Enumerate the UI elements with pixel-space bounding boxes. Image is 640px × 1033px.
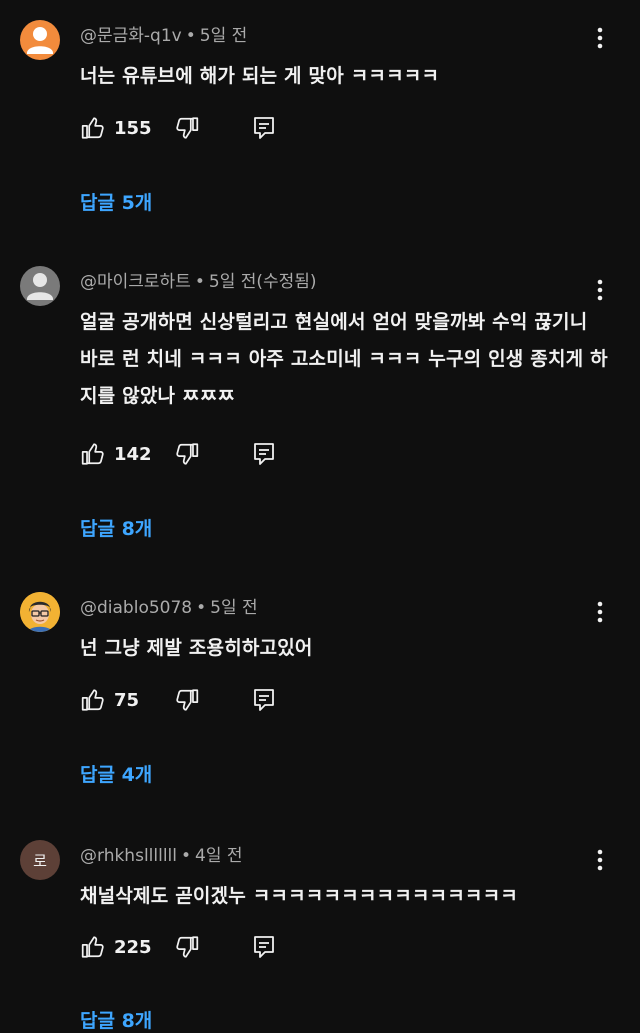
view-replies-link[interactable]: 답글 5개: [80, 188, 152, 215]
comment-actions: 225: [80, 932, 276, 962]
like-button[interactable]: 225: [80, 934, 154, 960]
comment-actions: 142: [80, 439, 276, 469]
more-vert-icon: [597, 27, 603, 49]
avatar-letter: 로: [33, 851, 47, 870]
comment-author[interactable]: @diablo5078: [80, 598, 192, 618]
dislike-button[interactable]: [174, 115, 200, 141]
comment-time: 5일 전(수정됨): [208, 272, 317, 292]
meta-separator: •: [196, 598, 207, 618]
comment-text: 너는 유튜브에 해가 되는 게 맞아 ㅋㅋㅋㅋㅋ: [80, 65, 440, 87]
comment-actions: 75: [80, 685, 276, 715]
thumbs-up-icon: [81, 689, 104, 711]
comment-text: 얼굴 공개하면 신상털리고 현실에서 얻어 맞을까봐 수익 끊기니 바로 런 치…: [80, 311, 608, 407]
dislike-button[interactable]: [174, 934, 200, 960]
cartoon-face-icon: [20, 592, 60, 632]
thumbs-up-icon: [81, 443, 104, 465]
thumbs-up-icon: [81, 117, 104, 139]
comment-author[interactable]: @문금화-q1v: [80, 26, 182, 46]
person-icon: [27, 27, 53, 54]
comment-time: 5일 전: [210, 598, 258, 618]
comment-time: 5일 전: [199, 26, 248, 46]
more-options-button[interactable]: [588, 598, 612, 626]
comment-reply-icon: [254, 936, 274, 958]
comment-meta: @문금화-q1v • 5일 전: [80, 25, 247, 47]
avatar[interactable]: [20, 20, 60, 60]
comment-text: 채널삭제도 곧이겠누 ㅋㅋㅋㅋㅋㅋㅋㅋㅋㅋㅋㅋㅋㅋㅋ: [80, 885, 518, 907]
thumbs-down-icon: [176, 117, 199, 139]
comment-reply-icon: [254, 117, 274, 139]
more-vert-icon: [597, 849, 603, 871]
thumbs-up-icon: [81, 936, 104, 958]
like-button[interactable]: 142: [80, 441, 154, 467]
person-icon: [27, 273, 53, 300]
thumbs-down-icon: [176, 936, 199, 958]
like-count: 225: [114, 936, 152, 958]
dislike-button[interactable]: [174, 687, 200, 713]
meta-separator: •: [181, 846, 192, 866]
comment-text: 넌 그냥 제발 조용히하고있어: [80, 637, 313, 659]
reply-button[interactable]: [252, 934, 276, 960]
like-count: 142: [114, 443, 152, 465]
comment-reply-icon: [254, 443, 274, 465]
reply-button[interactable]: [252, 115, 276, 141]
comment-meta: @diablo5078 • 5일 전: [80, 597, 258, 619]
like-count: 75: [114, 689, 140, 711]
comment-meta: @마이크로하트 • 5일 전(수정됨): [80, 271, 317, 293]
view-replies-link[interactable]: 답글 8개: [80, 1006, 152, 1033]
reply-button[interactable]: [252, 687, 276, 713]
view-replies-link[interactable]: 답글 8개: [80, 514, 152, 541]
like-count: 155: [114, 117, 152, 139]
more-options-button[interactable]: [588, 276, 612, 304]
more-options-button[interactable]: [588, 24, 612, 52]
thumbs-down-icon: [176, 443, 199, 465]
meta-separator: •: [194, 272, 205, 292]
more-options-button[interactable]: [588, 846, 612, 874]
more-vert-icon: [597, 601, 603, 623]
meta-separator: •: [185, 26, 196, 46]
like-button[interactable]: 155: [80, 115, 154, 141]
reply-button[interactable]: [252, 441, 276, 467]
avatar[interactable]: 로: [20, 840, 60, 880]
comment-actions: 155: [80, 113, 276, 143]
comment-time: 4일 전: [195, 846, 243, 866]
thumbs-down-icon: [176, 689, 199, 711]
avatar[interactable]: [20, 592, 60, 632]
like-button[interactable]: 75: [80, 687, 154, 713]
more-vert-icon: [597, 279, 603, 301]
view-replies-link[interactable]: 답글 4개: [80, 760, 152, 787]
comment-meta: @rhkhslllllll • 4일 전: [80, 845, 243, 867]
comment-reply-icon: [254, 689, 274, 711]
comment-author[interactable]: @마이크로하트: [80, 272, 191, 292]
dislike-button[interactable]: [174, 441, 200, 467]
comment-author[interactable]: @rhkhslllllll: [80, 846, 177, 866]
avatar[interactable]: [20, 266, 60, 306]
